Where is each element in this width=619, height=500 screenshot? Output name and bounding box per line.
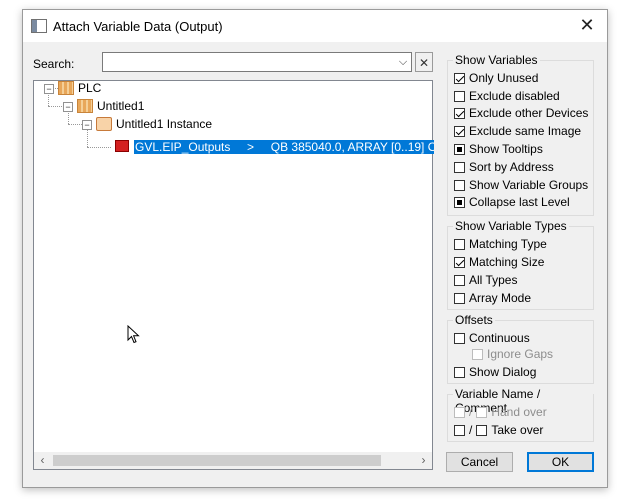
checkbox-box[interactable]	[454, 161, 465, 173]
tree-node-selected-variable[interactable]: GVL.EIP_Outputs > QB 385040.0, ARRAY [0.…	[134, 140, 434, 154]
horizontal-scrollbar[interactable]: ‹ ›	[34, 452, 432, 469]
separator-label: /	[469, 423, 473, 437]
checkbox-box[interactable]	[454, 256, 465, 268]
checkbox-box[interactable]	[454, 90, 465, 102]
checkbox-box[interactable]	[454, 72, 465, 84]
sort-by-address-checkbox[interactable]: Sort by Address	[454, 159, 554, 175]
checkbox-box[interactable]	[454, 143, 465, 155]
array-mode-checkbox[interactable]: Array Mode	[454, 290, 531, 306]
checkbox-box[interactable]	[454, 332, 465, 344]
hand-over-name-checkbox	[454, 406, 465, 418]
show-variable-types-title: Show Variable Types	[453, 219, 569, 233]
matching-size-checkbox[interactable]: Matching Size	[454, 254, 544, 270]
ignore-gaps-checkbox: Ignore Gaps	[472, 346, 553, 362]
cancel-button[interactable]: Cancel	[446, 452, 513, 472]
close-icon[interactable]: ✕	[577, 15, 597, 35]
clear-search-button[interactable]: ✕	[415, 52, 433, 72]
only-unused-checkbox[interactable]: Only Unused	[454, 70, 538, 86]
collapse-last-level-checkbox[interactable]: Collapse last Level	[454, 194, 570, 210]
show-variables-group: Show Variables Only Unused Exclude disab…	[447, 53, 594, 216]
take-over-name-checkbox[interactable]	[454, 424, 465, 436]
mouse-cursor-icon	[127, 325, 140, 344]
checkbox-label: Collapse last Level	[469, 195, 570, 209]
project-icon	[77, 99, 93, 113]
instance-icon	[96, 117, 112, 131]
checkbox-label: Show Dialog	[469, 365, 537, 379]
checkbox-label: Array Mode	[469, 291, 532, 305]
all-types-checkbox[interactable]: All Types	[454, 272, 517, 288]
collapse-instance-icon[interactable]: −	[82, 120, 92, 130]
hand-over-row: / Hand over	[454, 404, 547, 420]
tree-node-plc[interactable]: PLC	[78, 81, 101, 95]
exclude-other-devices-checkbox[interactable]: Exclude other Devices	[454, 105, 588, 121]
ok-button[interactable]: OK	[527, 452, 594, 472]
hand-over-comment-checkbox	[476, 406, 488, 418]
checkbox-label: Exclude same Image	[469, 124, 582, 138]
checkbox-label: All Types	[469, 273, 518, 287]
show-variable-types-group: Show Variable Types Matching Type Matchi…	[447, 219, 594, 310]
checkbox-box[interactable]	[454, 292, 465, 304]
offsets-group: Offsets Continuous Ignore Gaps Show Dial…	[447, 313, 594, 384]
search-label: Search:	[33, 57, 75, 71]
output-variable-icon	[115, 140, 129, 152]
search-input[interactable]	[102, 52, 412, 72]
scroll-left-icon[interactable]: ‹	[34, 452, 51, 469]
title-bar: Attach Variable Data (Output) ✕	[23, 10, 607, 42]
scroll-right-icon[interactable]: ›	[415, 452, 432, 469]
collapse-plc-icon[interactable]: −	[44, 84, 54, 94]
scrollbar-thumb[interactable]	[53, 455, 381, 466]
show-tooltips-checkbox[interactable]: Show Tooltips	[454, 141, 543, 157]
checkbox-box[interactable]	[454, 179, 465, 191]
take-over-label: Take over	[491, 423, 544, 437]
matching-type-checkbox[interactable]: Matching Type	[454, 236, 547, 252]
checkbox-label: Ignore Gaps	[487, 347, 554, 361]
show-variables-title: Show Variables	[453, 53, 540, 67]
checkbox-label: Exclude other Devices	[469, 106, 589, 120]
checkbox-label: Matching Size	[469, 255, 545, 269]
checkbox-label: Only Unused	[469, 71, 539, 85]
window-title: Attach Variable Data (Output)	[53, 19, 223, 34]
checkbox-label: Exclude disabled	[469, 89, 560, 103]
tree-node-project[interactable]: Untitled1	[97, 99, 144, 113]
checkbox-box[interactable]	[454, 107, 465, 119]
show-dialog-checkbox[interactable]: Show Dialog	[454, 364, 536, 380]
selected-variable-label: GVL.EIP_Outputs > QB 385040.0, ARRAY [0.…	[135, 140, 434, 154]
checkbox-box[interactable]	[454, 366, 465, 378]
take-over-row: / Take over	[454, 422, 543, 438]
name-comment-group: Variable Name / Comment / Hand over / Ta…	[447, 387, 594, 442]
checkbox-label: Show Variable Groups	[469, 178, 589, 192]
show-variable-groups-checkbox[interactable]: Show Variable Groups	[454, 177, 588, 193]
take-over-comment-checkbox[interactable]	[476, 424, 488, 436]
hand-over-label: Hand over	[491, 405, 547, 419]
checkbox-label: Sort by Address	[469, 160, 554, 174]
checkbox-box[interactable]	[454, 238, 465, 250]
offsets-title: Offsets	[453, 313, 495, 327]
tree-node-instance[interactable]: Untitled1 Instance	[116, 117, 212, 131]
checkbox-label: Matching Type	[469, 237, 547, 251]
checkbox-label: Continuous	[469, 331, 530, 345]
checkbox-label: Show Tooltips	[469, 142, 543, 156]
exclude-same-image-checkbox[interactable]: Exclude same Image	[454, 123, 581, 139]
checkbox-box[interactable]	[454, 125, 465, 137]
separator-label: /	[469, 405, 473, 419]
checkbox-box	[472, 348, 483, 360]
collapse-project-icon[interactable]: −	[63, 102, 73, 112]
window-icon	[31, 19, 47, 33]
checkbox-box[interactable]	[454, 196, 465, 208]
chevron-down-icon[interactable]: ⌵	[395, 53, 411, 71]
exclude-disabled-checkbox[interactable]: Exclude disabled	[454, 88, 560, 104]
variable-tree[interactable]: − PLC − Untitled1 − Untitled1 Instance G…	[33, 80, 434, 470]
plc-icon	[58, 81, 74, 95]
attach-variable-dialog: Attach Variable Data (Output) ✕ Search: …	[22, 9, 608, 488]
continuous-checkbox[interactable]: Continuous	[454, 330, 530, 346]
checkbox-box[interactable]	[454, 274, 465, 286]
